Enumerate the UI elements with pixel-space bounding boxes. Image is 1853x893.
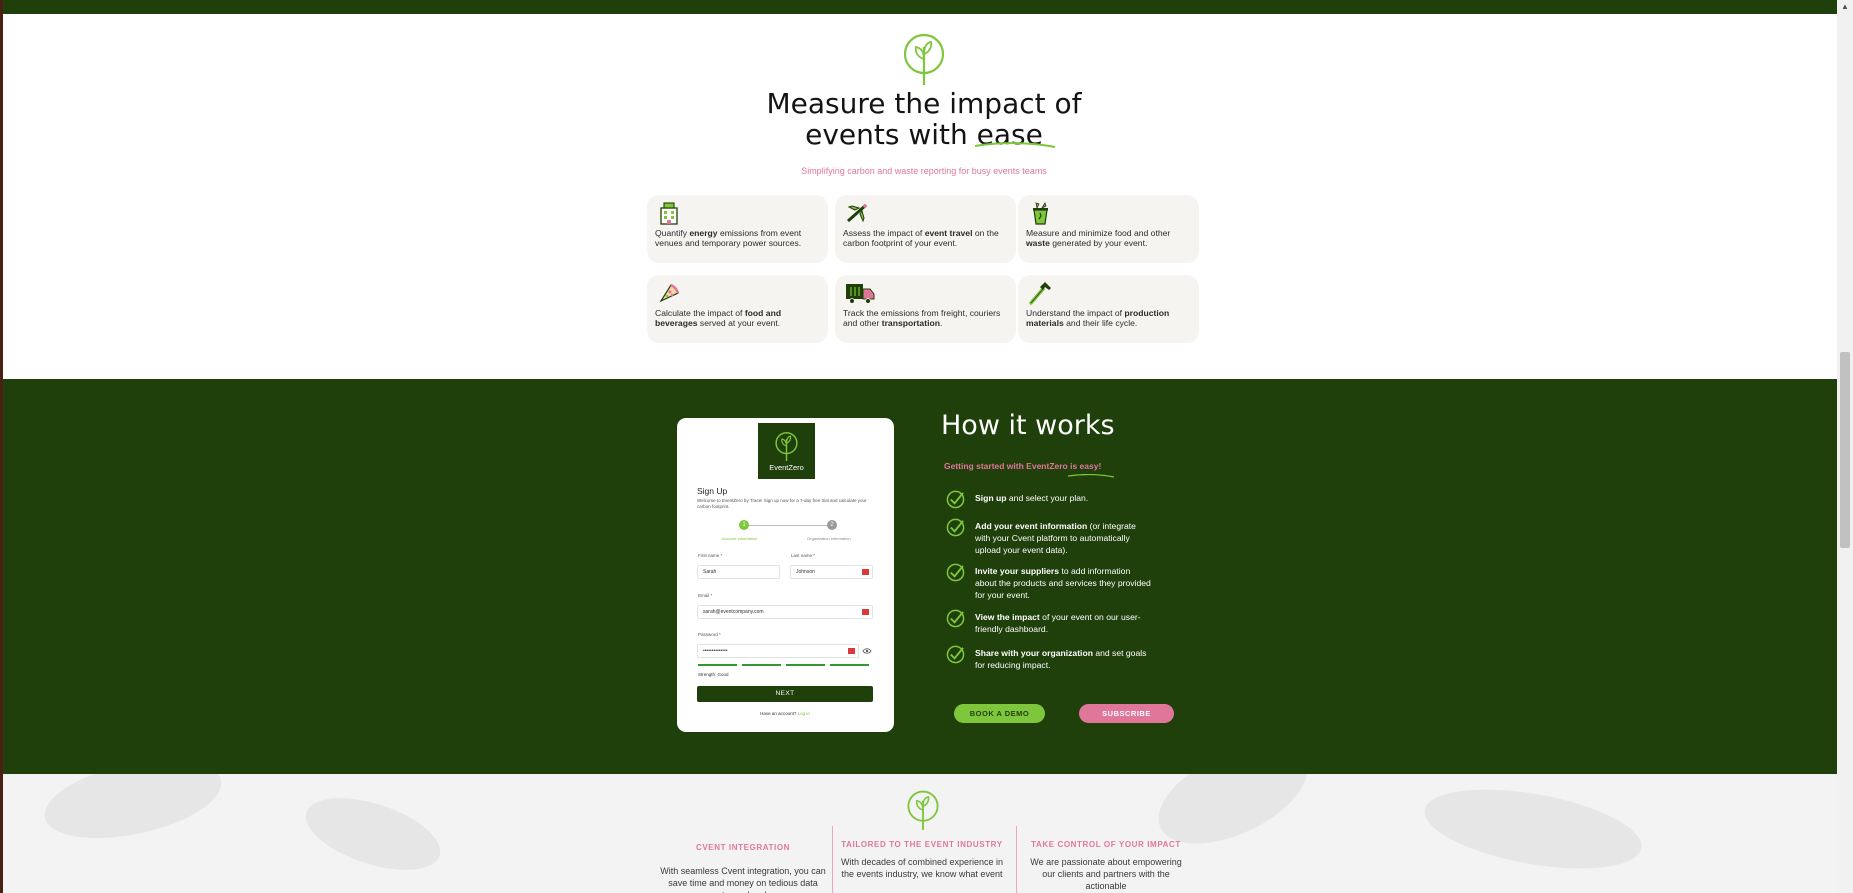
ease-underline-swoosh xyxy=(974,142,1056,148)
strength-bar-1 xyxy=(698,664,737,666)
section-subtitle: Simplifying carbon and waste reporting f… xyxy=(801,166,1047,176)
step-1-label: Account information xyxy=(722,536,758,541)
check-circle-icon xyxy=(946,645,965,664)
step-text: Add your event information (or integrate… xyxy=(975,521,1136,555)
headline-line-2: events with xyxy=(805,118,977,151)
check-circle-icon xyxy=(946,518,965,537)
first-name-label: First name * xyxy=(698,553,723,558)
check-circle-icon xyxy=(946,609,965,628)
card-event-travel: Assess the impact of event travel on the… xyxy=(835,195,1016,263)
scrollbar-thumb[interactable] xyxy=(1840,352,1850,548)
page: Measure the impact of events with ease S… xyxy=(0,0,1853,893)
login-prompt: Have an account? Log in xyxy=(760,711,810,716)
check-circle-icon xyxy=(946,563,965,582)
how-it-works-section: EventZero Sign Up Welcome to EventZero b… xyxy=(3,379,1837,774)
card-text: Understand the impact of production mate… xyxy=(1026,308,1170,328)
feature-title: CVENT INTEGRATION xyxy=(695,843,791,852)
feature-tailored-industry: TAILORED TO THE EVENT INDUSTRY With deca… xyxy=(839,839,1005,880)
signup-form-mockup: EventZero Sign Up Welcome to EventZero b… xyxy=(677,418,894,732)
password-field[interactable]: •••••••••••••• xyxy=(697,644,859,658)
card-text: Assess the impact of event travel on the… xyxy=(843,228,999,248)
steps-connector xyxy=(743,525,829,526)
feature-text: With decades of combined experience in t… xyxy=(840,857,1004,879)
card-transportation: Track the emissions from freight, courie… xyxy=(835,275,1016,343)
brand-name: EventZero xyxy=(769,463,804,472)
pizza-icon xyxy=(659,283,680,303)
book-demo-button[interactable]: BOOK A DEMO xyxy=(954,704,1045,723)
feature-text: With seamless Cvent integration, you can… xyxy=(660,866,826,893)
card-food-beverages: Calculate the impact of food and beverag… xyxy=(647,275,828,343)
password-label: Password * xyxy=(698,632,721,637)
password-strength: Strength: Good xyxy=(698,672,729,677)
strength-bar-3 xyxy=(786,664,825,666)
hammer-icon xyxy=(1029,282,1051,305)
feature-text: We are passionate about empowering our c… xyxy=(1030,857,1182,891)
feature-title: TAKE CONTROL OF YOUR IMPACT xyxy=(1031,840,1181,849)
step-text: Invite your suppliers to add information… xyxy=(975,566,1151,600)
step-text: Sign up and select your plan. xyxy=(975,493,1089,503)
subscribe-button[interactable]: SUBSCRIBE xyxy=(1079,704,1174,723)
step-text: Share with your organization and set goa… xyxy=(975,648,1147,670)
last-name-label: Last name * xyxy=(791,553,816,558)
step-2-label: Organization information xyxy=(807,536,851,541)
step-1-indicator: 1 xyxy=(739,520,749,530)
previous-section-bottom xyxy=(3,0,1837,14)
waste-bin-icon xyxy=(1033,202,1048,225)
email-label: Email * xyxy=(698,593,713,598)
signup-description: Welcome to EventZero by Trace! Sign up n… xyxy=(697,498,867,509)
step-2-indicator: 2 xyxy=(827,520,837,530)
show-password-icon[interactable] xyxy=(862,647,872,655)
signup-title: Sign Up xyxy=(697,486,728,496)
how-it-works-subtitle: Getting started with EventZero is easy! xyxy=(944,461,1102,471)
login-link[interactable]: Log in xyxy=(798,711,810,716)
easy-underline-swoosh xyxy=(1067,474,1115,478)
card-production-materials: Understand the impact of production mate… xyxy=(1018,275,1199,343)
eventzero-logo: EventZero xyxy=(758,423,815,479)
first-name-field[interactable]: Sarah xyxy=(697,565,780,579)
card-text: Measure and minimize food and other wast… xyxy=(1026,228,1171,248)
background-pattern xyxy=(37,774,229,852)
email-field[interactable]: sarah@eventcompany.com xyxy=(697,605,873,619)
sprout-icon xyxy=(903,33,945,85)
features-section: CVENT INTEGRATION With seamless Cvent in… xyxy=(3,774,1837,893)
section-headline: Measure the impact of events with ease xyxy=(623,88,1225,150)
sprout-icon xyxy=(907,790,939,830)
background-pattern xyxy=(1418,775,1648,883)
card-text: Calculate the impact of food and beverag… xyxy=(655,308,782,328)
sprout-icon xyxy=(775,432,798,461)
check-circle-icon xyxy=(946,490,965,509)
last-name-field[interactable]: Johnson xyxy=(790,565,873,579)
airplane-icon xyxy=(847,203,867,223)
autofill-icon xyxy=(862,609,869,615)
autofill-icon xyxy=(848,648,855,654)
scroll-up-icon[interactable]: ▲ xyxy=(1837,0,1853,14)
feature-title: TAILORED TO THE EVENT INDUSTRY xyxy=(841,840,1003,849)
feature-cvent-integration: CVENT INTEGRATION With seamless Cvent in… xyxy=(660,842,826,893)
next-button[interactable]: NEXT xyxy=(697,686,873,702)
how-it-works-title: How it works xyxy=(941,410,1115,441)
card-text: Track the emissions from freight, courie… xyxy=(843,308,1001,328)
card-text: Quantify energy emissions from event ven… xyxy=(655,228,802,248)
card-energy: Quantify energy emissions from event ven… xyxy=(647,195,828,263)
truck-icon xyxy=(846,284,875,304)
headline-line-1: Measure the impact of xyxy=(766,87,1082,120)
card-waste: Measure and minimize food and other wast… xyxy=(1018,195,1199,263)
autofill-icon xyxy=(862,569,869,575)
impact-section: Measure the impact of events with ease S… xyxy=(3,14,1837,379)
column-divider xyxy=(832,826,833,893)
step-text: View the impact of your event on our use… xyxy=(975,612,1141,634)
vertical-scrollbar[interactable]: ▲ xyxy=(1837,0,1853,893)
feature-take-control: TAKE CONTROL OF YOUR IMPACT We are passi… xyxy=(1023,839,1189,892)
background-pattern xyxy=(297,783,449,885)
strength-bar-4 xyxy=(830,664,869,666)
column-divider xyxy=(1016,826,1017,893)
building-icon xyxy=(660,202,678,225)
strength-bar-2 xyxy=(742,664,781,666)
